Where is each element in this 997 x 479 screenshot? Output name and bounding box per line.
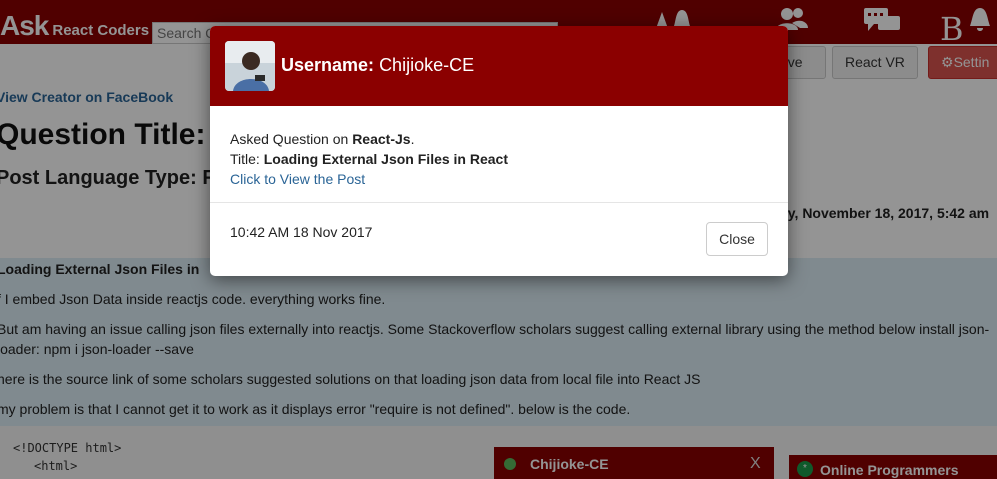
topic-name: React-Js	[352, 131, 411, 147]
username-value: Chijioke-CE	[379, 55, 475, 75]
title-prefix: Title:	[230, 151, 264, 167]
modal-timestamp: 10:42 AM 18 Nov 2017	[230, 224, 373, 240]
asked-line: Asked Question on React-Js.	[230, 129, 508, 149]
modal-title: Username: Chijioke-CE	[281, 55, 474, 76]
asked-prefix: Asked Question on	[230, 131, 353, 147]
post-title: Loading External Json Files in React	[263, 151, 509, 167]
modal-body: Asked Question on React-Js. Title: Loadi…	[230, 129, 508, 189]
title-line: Title: Loading External Json Files in Re…	[230, 149, 508, 169]
modal-divider	[210, 202, 788, 203]
username-label: Username:	[281, 55, 375, 75]
close-button[interactable]: Close	[706, 222, 768, 256]
modal-header: Username: Chijioke-CE	[210, 26, 788, 106]
asked-suffix: .	[410, 131, 415, 147]
user-modal: Username: Chijioke-CE Asked Question on …	[210, 26, 788, 276]
avatar	[225, 41, 275, 91]
view-post-link[interactable]: Click to View the Post	[230, 169, 508, 189]
